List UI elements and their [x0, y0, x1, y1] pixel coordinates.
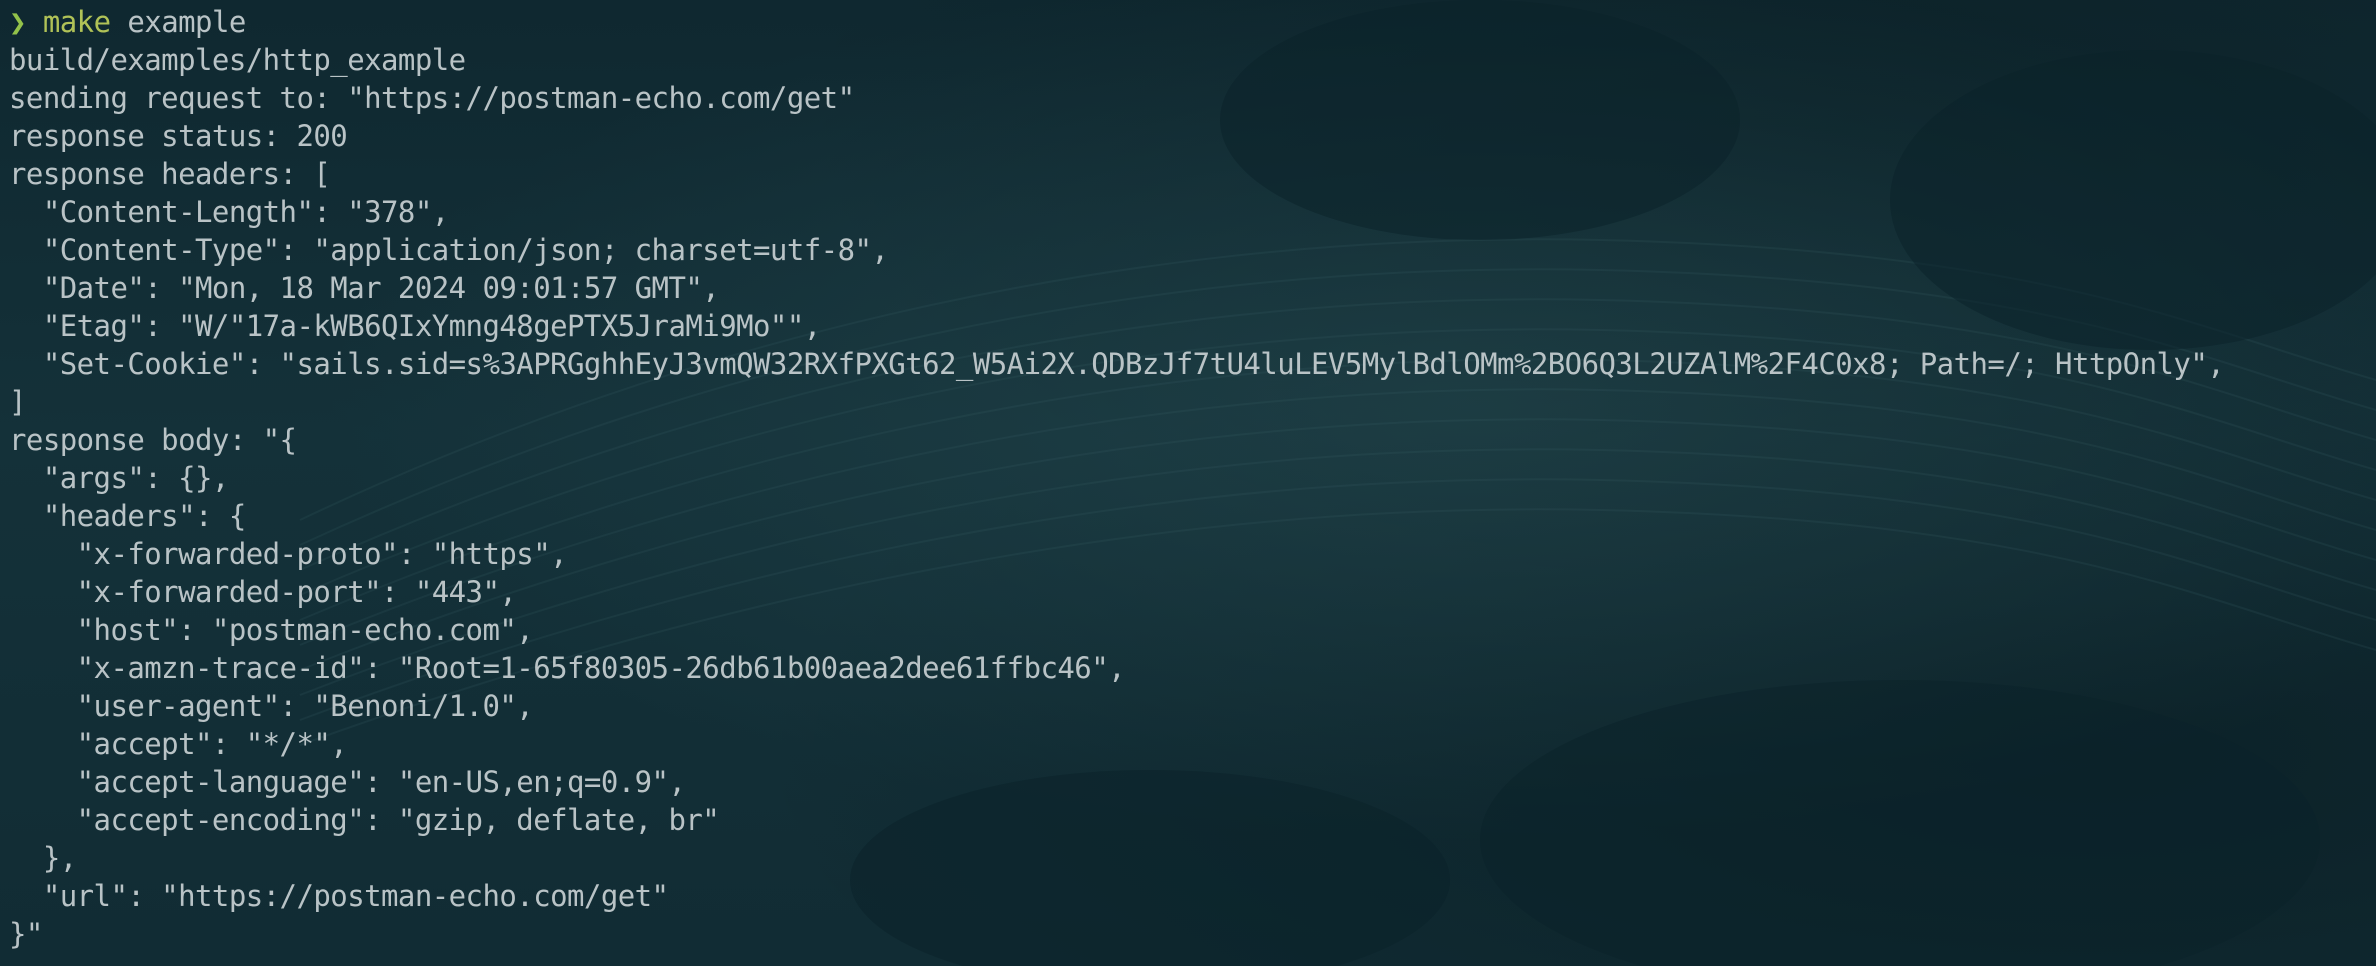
output-line: "x-forwarded-port": "443", — [9, 575, 517, 609]
output-line: "Etag": "W/"17a-kWB6QIxYmng48gePTX5JraMi… — [9, 309, 821, 343]
output-line: "url": "https://postman-echo.com/get" — [9, 879, 669, 913]
output-line: "Content-Type": "application/json; chars… — [9, 233, 889, 267]
output-line: ] — [9, 385, 26, 419]
prompt-arrow-icon: ❯ — [9, 5, 26, 39]
output-line: "x-forwarded-proto": "https", — [9, 537, 568, 571]
output-line: "Set-Cookie": "sails.sid=s%3APRGghhEyJ3v… — [9, 347, 2225, 381]
prompt-line: ❯ make example — [9, 3, 2376, 41]
output-line: response headers: [ — [9, 157, 331, 191]
output-line: "args": {}, — [9, 461, 230, 495]
output-line: "user-agent": "Benoni/1.0", — [9, 689, 534, 723]
terminal-output: ❯ make example build/examples/http_examp… — [9, 3, 2376, 966]
output-line: "Date": "Mon, 18 Mar 2024 09:01:57 GMT", — [9, 271, 720, 305]
output-line: }, — [9, 841, 77, 875]
output-line: "Content-Length": "378", — [9, 195, 449, 229]
output-line: "host": "postman-echo.com", — [9, 613, 534, 647]
command-argument: example — [110, 5, 246, 39]
output-line: "accept-language": "en-US,en;q=0.9", — [9, 765, 686, 799]
output-line: "accept-encoding": "gzip, deflate, br" — [9, 803, 720, 837]
output-line: response body: "{ — [9, 423, 297, 457]
output-line: "accept": "*/*", — [9, 727, 348, 761]
output-line: "headers": { — [9, 499, 246, 533]
output-line: build/examples/http_example — [9, 43, 466, 77]
command-name: make — [42, 5, 111, 39]
output-line: "x-amzn-trace-id": "Root=1-65f80305-26db… — [9, 651, 1126, 685]
output-line: }" — [9, 917, 43, 951]
output-line: response status: 200 — [9, 119, 348, 153]
output-line: sending request to: "https://postman-ech… — [9, 81, 855, 115]
